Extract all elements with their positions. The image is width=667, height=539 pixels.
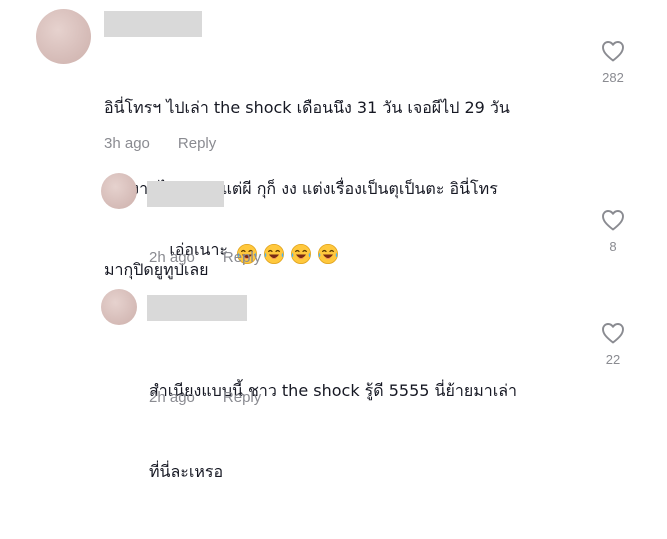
- avatar[interactable]: [101, 289, 137, 325]
- face-with-tears-of-joy-icon: [291, 243, 312, 264]
- like-count: 282: [602, 70, 624, 85]
- avatar[interactable]: [36, 9, 91, 64]
- heart-icon: [602, 41, 624, 62]
- timestamp: 2h ago: [149, 249, 195, 266]
- like-button[interactable]: 22: [593, 322, 633, 367]
- comment-text-line: ที่นี่ละเหรอ: [149, 462, 224, 481]
- username-redacted[interactable]: [147, 181, 224, 207]
- username-redacted[interactable]: [104, 11, 202, 37]
- heart-icon: [602, 323, 624, 344]
- reply-button[interactable]: Reply: [178, 135, 216, 152]
- avatar[interactable]: [101, 173, 137, 209]
- comment-meta: 3h ago Reply: [104, 135, 216, 152]
- comment-text-line: อินี่โทรฯ ไปเล่า the shock เดือนนึง 31 ว…: [104, 98, 510, 117]
- face-with-tears-of-joy-icon: [264, 243, 285, 264]
- heart-icon: [602, 210, 624, 231]
- timestamp: 3h ago: [104, 135, 150, 152]
- like-count: 22: [605, 352, 621, 367]
- like-button[interactable]: 282: [593, 40, 633, 85]
- reply-button[interactable]: Reply: [223, 389, 261, 406]
- like-count: 8: [609, 239, 617, 254]
- username-redacted[interactable]: [147, 295, 247, 321]
- reply-button[interactable]: Reply: [223, 249, 261, 266]
- like-button[interactable]: 8: [593, 209, 633, 254]
- face-with-tears-of-joy-icon: [318, 243, 339, 264]
- comment-meta: 2h ago Reply: [149, 249, 261, 266]
- timestamp: 2h ago: [149, 389, 195, 406]
- comment-meta: 2h ago Reply: [149, 389, 261, 406]
- comment-text: สำเนียงแบบนี้ ชาว the shock รู้ดี 5555 น…: [149, 323, 569, 539]
